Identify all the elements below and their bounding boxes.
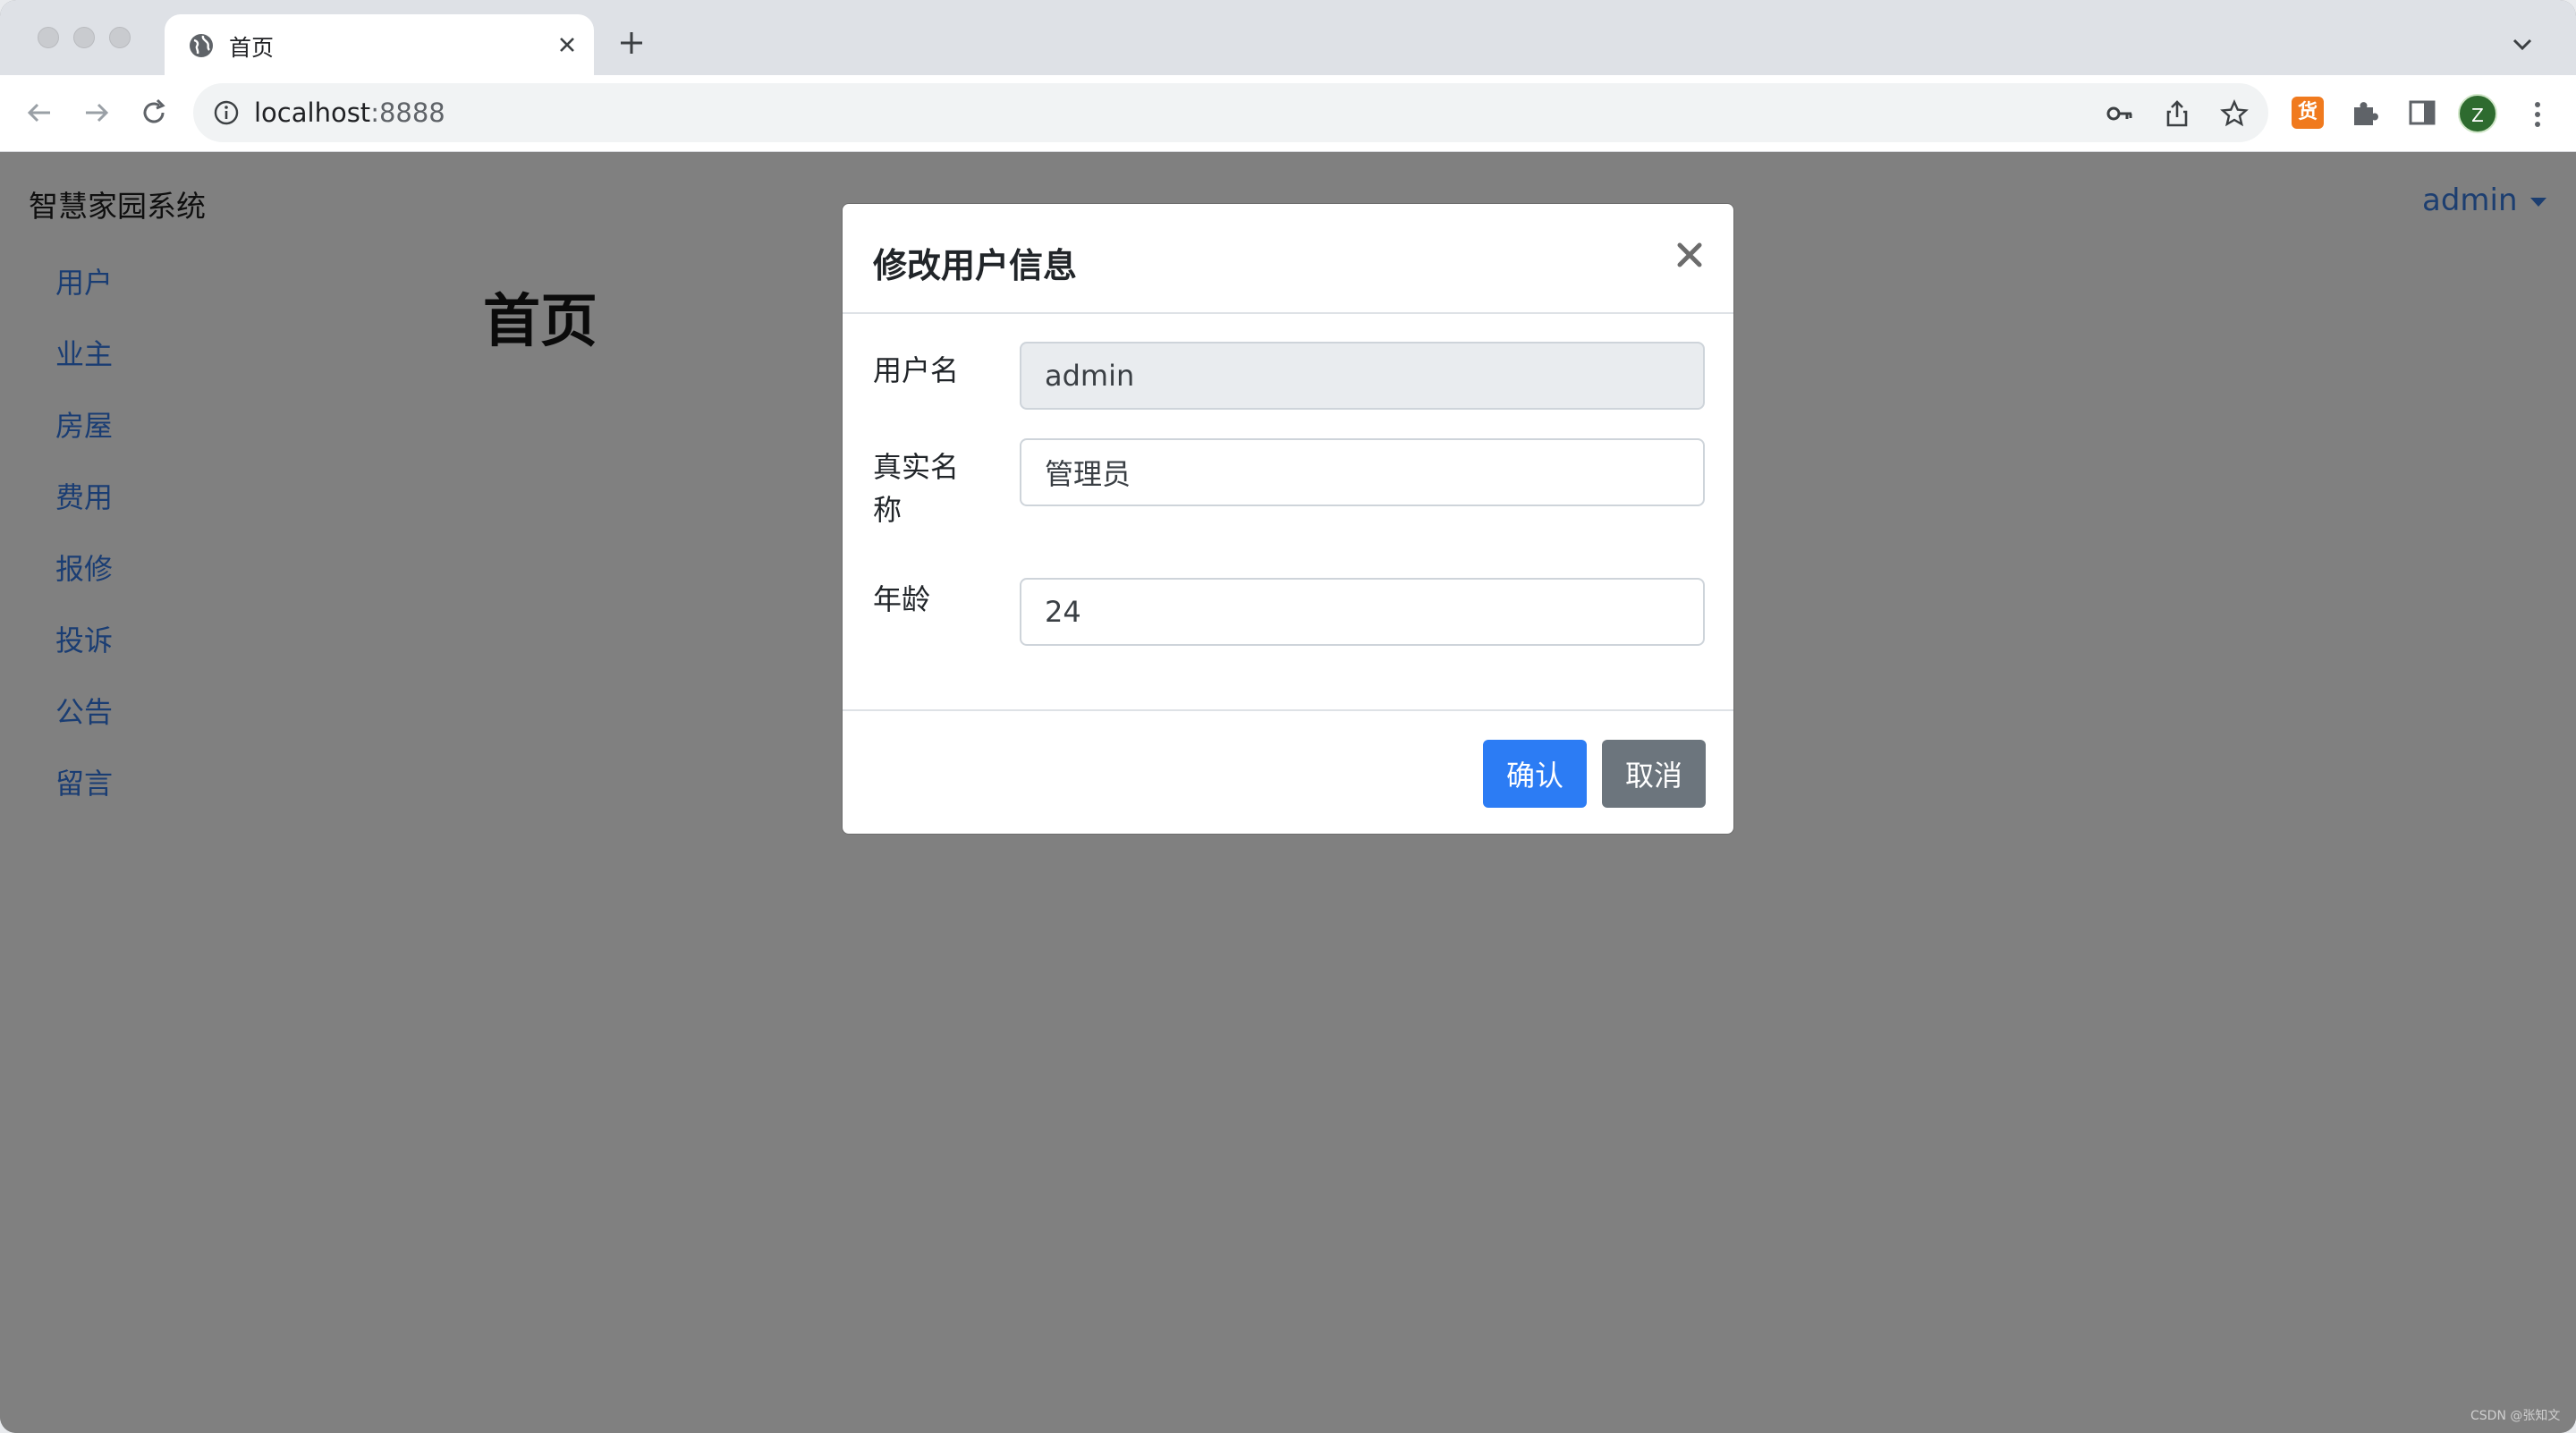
puzzle-icon[interactable] [2349,97,2381,129]
sidebar-item-houses[interactable]: 房屋 [55,408,113,479]
sidebar-item-notices[interactable]: 公告 [55,694,113,766]
info-icon[interactable] [213,99,240,126]
page-title: 首页 [483,289,597,355]
address-bar[interactable]: localhost:8888 [193,83,2268,142]
plus-icon[interactable] [617,29,646,57]
user-dropdown[interactable]: admin [2422,182,2546,218]
modal-footer: 确认 取消 [843,709,1733,835]
side-panel-icon[interactable] [2406,97,2438,129]
browser-toolbar: localhost:8888 货 Z [0,75,2576,152]
sidebar: 用户 业主 房屋 费用 报修 投诉 公告 留言 [55,265,113,837]
share-icon[interactable] [2163,99,2191,128]
tab-strip: 首页 [0,0,2576,75]
sidebar-item-owners[interactable]: 业主 [55,336,113,408]
window-close-dot[interactable] [38,27,59,48]
tab-title: 首页 [229,35,275,61]
profile-avatar[interactable]: Z [2458,94,2497,133]
real-name-label: 真实名称 [873,445,959,531]
close-icon[interactable] [555,32,580,57]
edit-user-modal: 修改用户信息 用户名 真实名称 年龄 确认 取消 [842,203,1734,835]
url-port: :8888 [370,98,445,128]
username-field[interactable] [1020,342,1705,410]
age-label: 年龄 [873,582,931,616]
globe-icon [190,34,213,57]
app-brand[interactable]: 智慧家园系统 [29,182,206,225]
forward-arrow-icon[interactable] [79,95,114,131]
url-host: localhost [254,98,371,128]
bookmark-star-icon[interactable] [2220,99,2249,128]
real-name-label-line2: 称 [873,493,902,527]
confirm-button[interactable]: 确认 [1483,740,1587,808]
username-label: 用户名 [873,353,960,387]
browser-window: 首页 localhost:8888 货 Z 智慧家园系统 admin 用户 业主… [0,0,2576,1433]
sidebar-item-complaints[interactable]: 投诉 [55,623,113,694]
cancel-button[interactable]: 取消 [1602,740,1706,808]
extension-orange-icon[interactable]: 货 [2292,97,2324,129]
close-icon[interactable] [1674,240,1705,270]
sidebar-item-users[interactable]: 用户 [55,265,113,336]
reload-icon[interactable] [136,95,172,131]
window-minimize-dot[interactable] [73,27,95,48]
chevron-down-icon[interactable] [2510,32,2535,57]
sidebar-item-fees[interactable]: 费用 [55,479,113,551]
real-name-label-line1: 真实名 [873,450,960,484]
url-text: localhost:8888 [254,98,445,128]
real-name-field[interactable] [1020,438,1705,506]
caret-down-icon [2529,197,2546,207]
back-arrow-icon[interactable] [21,95,57,131]
modal-title: 修改用户信息 [873,246,1078,285]
sidebar-item-messages[interactable]: 留言 [55,766,113,837]
window-zoom-dot[interactable] [109,27,131,48]
modal-backdrop[interactable]: 智慧家园系统 admin 用户 业主 房屋 费用 报修 投诉 公告 留言 首页 … [0,152,2576,1433]
kebab-menu-icon[interactable] [2524,98,2551,131]
sidebar-item-repairs[interactable]: 报修 [55,551,113,623]
modal-header: 修改用户信息 [843,204,1733,314]
key-icon[interactable] [2106,99,2134,128]
user-menu-label: admin [2422,182,2518,218]
tab-home[interactable]: 首页 [165,14,594,75]
age-field[interactable] [1020,578,1705,646]
watermark: CSDN @张知文 [2470,1409,2561,1423]
